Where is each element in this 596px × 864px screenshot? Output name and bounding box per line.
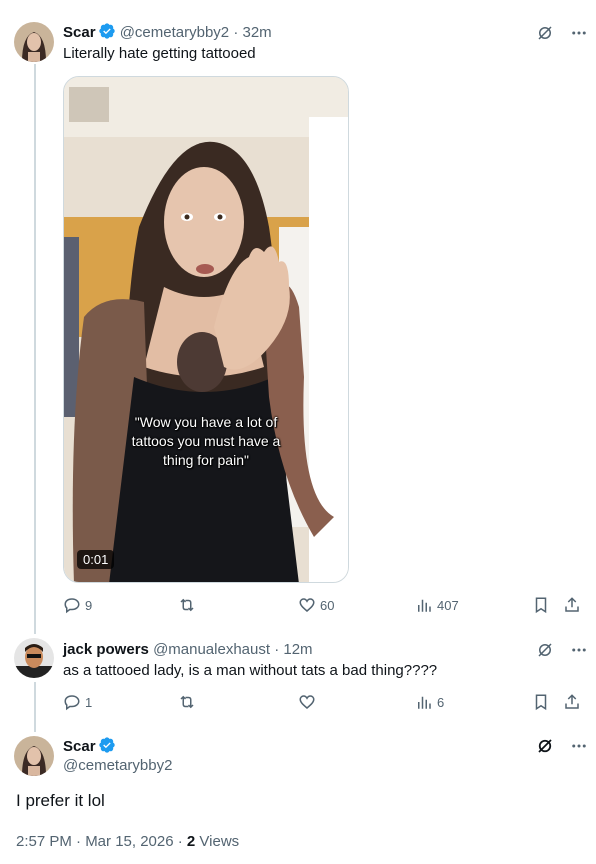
tweet-metadata: 2:57 PM · Mar 15, 2026 · 2 Views [16, 833, 239, 850]
bookmark-button[interactable] [532, 693, 550, 711]
view-count: 407 [437, 597, 459, 613]
tweet-actions: 9 60 407 [63, 596, 583, 616]
tweet-header: Scar @cemetarybby2 · 32m [63, 22, 272, 46]
tweet-text: as a tattooed lady, is a man without tat… [63, 662, 438, 679]
author-handle[interactable]: @cemetarybby2 [120, 24, 229, 41]
like-button[interactable] [298, 693, 316, 711]
video-frame [64, 77, 348, 582]
avatar[interactable] [14, 736, 54, 776]
thread-line [34, 64, 36, 634]
retweet-icon [180, 598, 194, 612]
reply-button[interactable]: 1 [63, 693, 92, 711]
reply-count: 9 [85, 597, 93, 613]
heart-icon [299, 598, 315, 612]
view-count: 6 [437, 694, 445, 710]
author-handle[interactable]: @cemetarybby2 [63, 757, 172, 774]
grok-icon[interactable] [536, 24, 554, 42]
more-icon[interactable] [570, 641, 588, 659]
retweet-icon [180, 695, 194, 709]
video-timer: 0:01 [77, 550, 115, 569]
avatar[interactable] [14, 638, 54, 678]
bookmark-icon [535, 597, 547, 614]
author-name[interactable]: jack powers [63, 641, 149, 658]
reply-button[interactable]: 9 [63, 596, 92, 614]
author-handle[interactable]: @manualexhaust [153, 641, 270, 658]
bookmark-icon [535, 694, 547, 711]
tweet-text: I prefer it lol [16, 791, 105, 810]
caption-line: "Wow you have a lot of [134, 414, 278, 430]
caption-line: thing for pain" [163, 452, 249, 468]
like-button[interactable]: 60 [298, 596, 334, 614]
timestamp[interactable]: · 12m [274, 641, 312, 658]
tweet-actions: 1 6 [63, 693, 583, 713]
caption-line: tattoos you must have a [131, 433, 281, 449]
views-button[interactable]: 407 [415, 596, 459, 614]
share-icon [565, 694, 579, 709]
avatar[interactable] [14, 22, 54, 62]
tweet-top-actions [536, 24, 588, 42]
tweet-top-actions [536, 737, 588, 755]
views-button[interactable]: 6 [415, 693, 444, 711]
tweet-date[interactable]: 2:57 PM · Mar 15, 2026 · [16, 833, 187, 850]
reply-count: 1 [85, 694, 93, 710]
views-icon [418, 599, 431, 612]
share-button[interactable] [563, 596, 581, 614]
timestamp[interactable]: · 32m [233, 24, 271, 41]
grok-icon[interactable] [536, 641, 554, 659]
author-name[interactable]: Scar [63, 24, 96, 41]
video-caption: "Wow you have a lot of tattoos you must … [64, 413, 348, 470]
verified-badge-icon [98, 22, 116, 46]
tweet-top-actions [536, 641, 588, 659]
views-icon [418, 696, 431, 709]
views-label: Views [195, 833, 240, 850]
reply-icon [64, 695, 80, 711]
author-handle-line: @cemetarybby2 [63, 756, 172, 776]
heart-icon [299, 695, 315, 709]
more-icon[interactable] [570, 737, 588, 755]
more-icon[interactable] [570, 24, 588, 42]
view-count: 2 [186, 833, 196, 850]
retweet-button[interactable] [177, 596, 197, 614]
video-player[interactable]: "Wow you have a lot of tattoos you must … [63, 76, 349, 583]
author-name[interactable]: Scar [63, 738, 96, 755]
share-icon [565, 597, 579, 612]
like-count: 60 [320, 597, 335, 613]
thread-line [34, 682, 36, 732]
share-button[interactable] [563, 693, 581, 711]
grok-icon[interactable] [536, 737, 554, 755]
reply-icon [64, 598, 80, 614]
tweet-text: Literally hate getting tattooed [63, 45, 256, 62]
bookmark-button[interactable] [532, 596, 550, 614]
retweet-button[interactable] [177, 693, 197, 711]
tweet-header: jack powers @manualexhaust · 12m [63, 640, 313, 660]
